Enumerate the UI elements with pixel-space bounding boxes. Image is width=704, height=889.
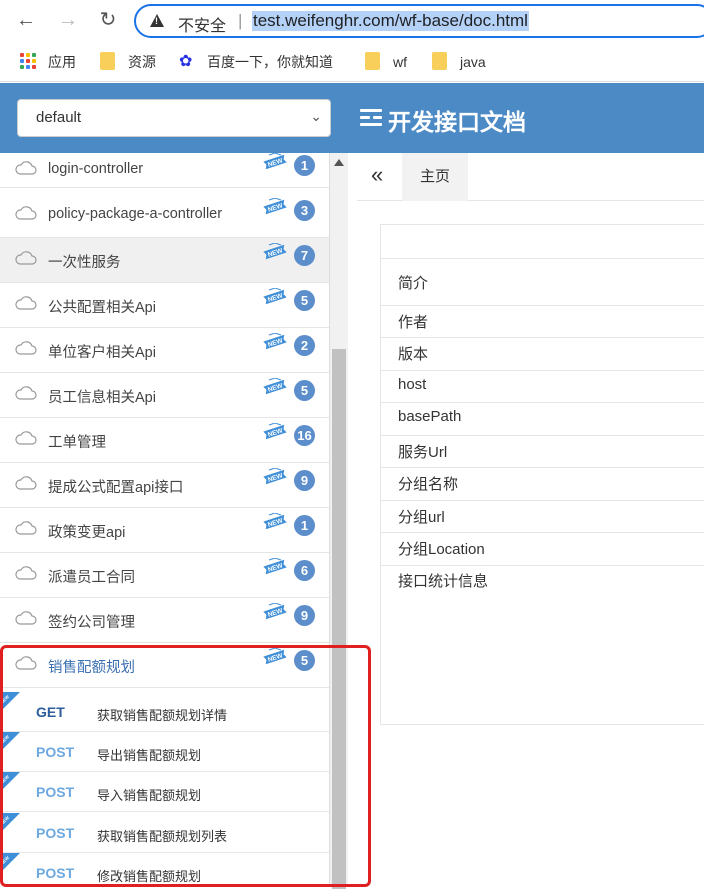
info-row: 简介 [381,258,704,305]
scroll-up-icon[interactable] [334,159,344,166]
info-label: 接口统计信息 [398,573,489,590]
bookmark-java[interactable]: java [432,52,502,72]
info-row: 分组url [381,500,704,532]
bookmark-label: 资源 [128,54,156,70]
bookmark-resources[interactable]: 资源 [100,52,170,72]
bookmark-baidu[interactable]: ✿ 百度一下，你就知道 [179,52,359,72]
tab-home[interactable]: 主页 [402,153,468,201]
address-bar[interactable]: 不安全 | test.weifenghr.com/wf-base/doc.htm… [134,4,704,38]
bookmark-apps[interactable]: 应用 [20,52,90,72]
insecure-label: 不安全 [178,18,227,35]
info-row: 分组名称 [381,467,704,500]
group-select-value: default [36,109,82,126]
group-select[interactable]: default ⌄ [17,99,331,137]
folder-icon [100,52,115,70]
scroll-thumb[interactable] [332,349,346,889]
info-label: 分组名称 [398,476,459,493]
forward-arrow-icon[interactable]: → [56,8,80,32]
info-row: 分组Location [381,532,704,565]
info-row: 服务Url [381,435,704,467]
baidu-paw-icon: ✿ [179,53,193,70]
info-label: 版本 [398,346,429,363]
back-arrow-icon[interactable]: ← [14,8,38,32]
info-label: 服务Url [398,444,448,461]
app-header: default ⌄ 开发接口文档 [0,83,704,153]
bookmark-label: wf [393,54,407,70]
collapse-sidebar-icon[interactable]: « [371,162,383,188]
menu-toggle-icon[interactable] [360,108,382,126]
address-separator: | [238,11,243,30]
folder-icon [365,52,380,70]
app-title: 开发接口文档 [388,109,526,135]
info-row: 作者 [381,305,704,337]
info-label: 简介 [398,275,429,292]
info-table: 简介作者版本 host basePath 服务Url 分组名称分组url 分组Locati… [380,224,704,725]
url-text[interactable]: test.weifenghr.com/wf-base/doc.html [252,11,529,31]
folder-icon [432,52,447,70]
chevron-down-icon: ⌄ [310,108,322,124]
bookmark-wf[interactable]: wf [365,52,425,72]
sidebar-scrollbar[interactable] [330,153,348,889]
tab-bar: « 主页 [357,153,704,201]
info-label: 作者 [398,314,429,331]
bookmarks-bar: 应用 资源 ✿ 百度一下，你就知道 wf java [0,42,704,82]
bookmark-label: 百度一下，你就知道 [207,54,333,70]
info-row: 版本 [381,337,704,370]
sidebar-border [0,153,330,887]
browser-toolbar: ← → ↻ 不安全 | test.weifenghr.com/wf-base/d… [0,0,704,42]
info-row: 接口统计信息 [381,565,704,725]
info-label: 分组Location [398,541,485,558]
info-row: basePath [381,402,704,435]
apps-grid-icon [20,53,36,69]
info-label: 分组url [398,509,445,526]
warning-icon [150,14,164,27]
info-label: host [398,376,427,393]
reload-icon[interactable]: ↻ [96,8,120,32]
info-label: basePath [398,408,462,425]
bookmark-label: java [460,54,486,70]
info-row: host [381,370,704,402]
bookmark-label: 应用 [48,54,76,70]
